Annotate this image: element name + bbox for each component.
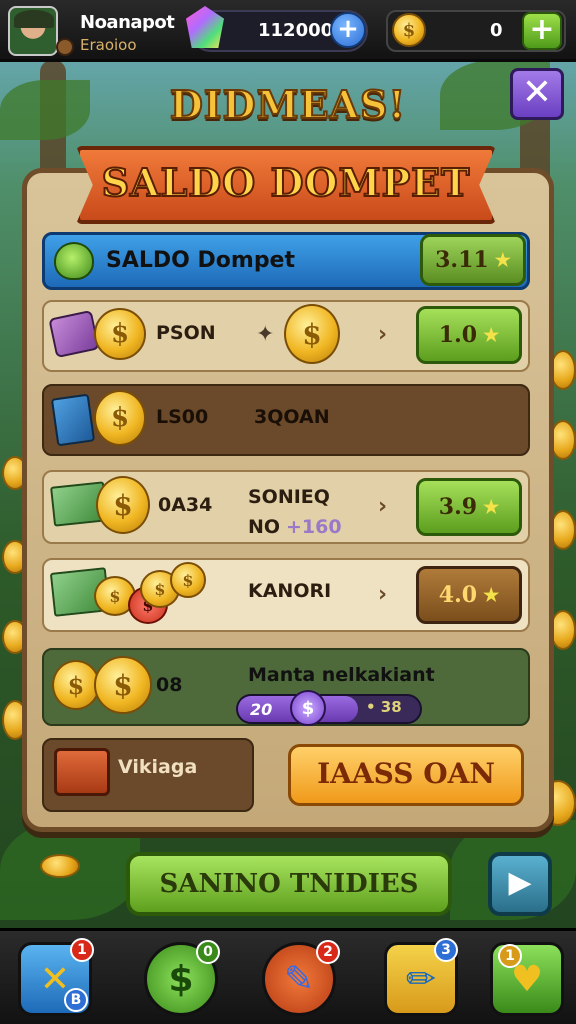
card-icon (50, 393, 96, 447)
mission-label: Manta nelkakiant (248, 664, 435, 686)
coin-value: 0 (490, 20, 503, 41)
nav-badge: 1 (498, 944, 522, 968)
chevron-right-icon: › (378, 582, 388, 607)
main-action-button[interactable]: SANINO TNIDIES (126, 852, 452, 916)
nav-badge: 2 (316, 940, 340, 964)
row-label-secondary: SONIEQ (248, 486, 330, 508)
star-icon: ★ (483, 584, 500, 606)
player-subtitle: Eraoioo (80, 36, 137, 54)
panel-title: SALDO DOMPET (101, 159, 471, 206)
row-buy-button[interactable]: 3.9 ★ (416, 478, 522, 536)
nav-badge: 3 (434, 938, 458, 962)
row-buy-button[interactable]: 1.0 ★ (416, 306, 522, 364)
coin-icon: $ (94, 656, 152, 714)
star-icon: ★ (483, 324, 500, 346)
row-label: KANORI (248, 580, 332, 602)
nav-badge: 0 (196, 940, 220, 964)
star-icon: ★ (483, 496, 500, 518)
coin-icon: $ (94, 390, 146, 446)
row-label: PSON (156, 322, 216, 344)
coin-icon: $ (392, 13, 426, 47)
chest-label: Vikiaga (118, 756, 198, 778)
mission-coin-count: 08 (156, 674, 183, 696)
add-coins-button[interactable]: + (522, 12, 562, 50)
background-coin (40, 854, 80, 878)
row-button-text: 3.9 (438, 494, 478, 520)
add-gems-button[interactable]: + (330, 12, 366, 48)
coin-icon: $ (170, 562, 206, 598)
player-avatar[interactable] (8, 6, 58, 56)
close-button[interactable]: ✕ (510, 68, 564, 120)
row-button-text: 4.0 (438, 582, 478, 608)
leaf-gem-icon (54, 242, 94, 280)
play-button[interactable]: ▶ (488, 852, 552, 916)
coin-icon: $ (284, 304, 340, 364)
pencil-shield-icon: ✎ (283, 958, 315, 1000)
sparkle-icon: ✦ (256, 322, 275, 347)
gem-value: 112000 (258, 20, 334, 41)
dollar-coin-icon: $ (168, 958, 194, 1000)
chevron-right-icon: › (378, 494, 388, 519)
star-icon: ★ (494, 249, 511, 271)
row-label-secondary: 3QOAN (254, 406, 330, 428)
claim-button[interactable]: IAASS OAN (288, 744, 524, 806)
balance-value-text: 3.11 (435, 247, 489, 273)
balance-value: 3.11 ★ (420, 234, 526, 286)
balance-label: SALDO Dompet (106, 248, 295, 273)
row-label-tertiary: NO (248, 516, 281, 538)
avatar-badge-icon (56, 38, 74, 56)
treasure-chest-icon (54, 748, 110, 796)
chevron-right-icon: › (378, 322, 388, 347)
player-name: Noanapot (80, 12, 175, 33)
pencil-icon: ✏ (405, 958, 437, 1000)
mission-coin-icon: $ (290, 690, 326, 726)
row-buy-button[interactable]: 4.0 ★ (416, 566, 522, 624)
row-bonus-label: +160 (286, 516, 342, 538)
mission-progress-right: • 38 (366, 698, 402, 716)
nav-badge: 1 (70, 938, 94, 962)
row-label: 0A34 (158, 494, 213, 516)
coin-icon: $ (96, 476, 150, 534)
nav-badge-secondary: B (64, 988, 88, 1012)
coin-icon: $ (94, 308, 146, 360)
row-label: LS00 (156, 406, 209, 428)
screen-title: DIDMEAS! (169, 81, 407, 128)
row-button-text: 1.0 (438, 322, 478, 348)
coin-icon: $ (52, 660, 100, 710)
